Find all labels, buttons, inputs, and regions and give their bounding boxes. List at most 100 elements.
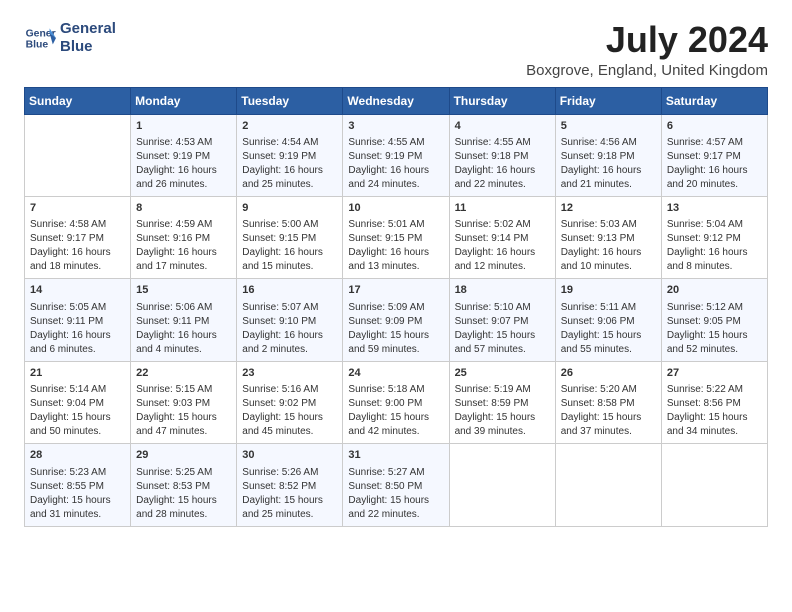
calendar-cell: 9 Sunrise: 5:00 AM Sunset: 9:15 PM Daylig…	[237, 196, 343, 278]
calendar-cell: 23 Sunrise: 5:16 AM Sunset: 9:02 PM Dayli…	[237, 361, 343, 443]
day-number: 28	[30, 448, 125, 463]
day-info: Sunrise: 5:14 AM Sunset: 9:04 PM Dayligh…	[30, 383, 125, 439]
day-info: Sunrise: 5:01 AM Sunset: 9:15 PM Dayligh…	[348, 218, 443, 274]
day-info: Sunrise: 5:20 AM Sunset: 8:58 PM Dayligh…	[561, 383, 656, 439]
calendar-cell: 8Sunrise: 4:59 AM Sunset: 9:16 PM Daylig…	[131, 196, 237, 278]
day-number: 9	[242, 201, 337, 216]
calendar-cell: 4Sunrise: 4:55 AM Sunset: 9:18 PM Daylig…	[449, 114, 555, 196]
day-info: Sunrise: 4:59 AM Sunset: 9:16 PM Dayligh…	[136, 218, 231, 274]
calendar-cell: 18 Sunrise: 5:10 AM Sunset: 9:07 PM Dayli…	[449, 279, 555, 361]
day-info: Sunrise: 5:04 AM Sunset: 9:12 PM Dayligh…	[667, 218, 762, 274]
day-number: 5	[561, 119, 656, 134]
day-info: Sunrise: 5:02 AM Sunset: 9:14 PM Dayligh…	[455, 218, 550, 274]
logo: General Blue General Blue	[24, 20, 116, 56]
day-info: Sunrise: 4:53 AM Sunset: 9:19 PM Dayligh…	[136, 136, 231, 192]
calendar-cell: 28 Sunrise: 5:23 AM Sunset: 8:55 PM Dayli…	[25, 444, 131, 526]
calendar-table: SundayMondayTuesdayWednesdayThursdayFrid…	[24, 87, 768, 527]
weekday-header-monday: Monday	[131, 87, 237, 114]
calendar-cell: 3 Sunrise: 4:55 AM Sunset: 9:19 PM Daylig…	[343, 114, 449, 196]
day-number: 21	[30, 366, 125, 381]
day-info: Sunrise: 5:16 AM Sunset: 9:02 PM Dayligh…	[242, 383, 337, 439]
day-number: 7	[30, 201, 125, 216]
calendar-week-row: 21 Sunrise: 5:14 AM Sunset: 9:04 PM Dayli…	[25, 361, 768, 443]
day-info: Sunrise: 5:09 AM Sunset: 9:09 PM Dayligh…	[348, 301, 443, 357]
weekday-header-row: SundayMondayTuesdayWednesdayThursdayFrid…	[25, 87, 768, 114]
calendar-cell: 1 Sunrise: 4:53 AM Sunset: 9:19 PM Daylig…	[131, 114, 237, 196]
month-title: July 2024	[526, 20, 768, 60]
calendar-cell: 16 Sunrise: 5:07 AM Sunset: 9:10 PM Dayli…	[237, 279, 343, 361]
calendar-cell	[25, 114, 131, 196]
day-number: 23	[242, 366, 337, 381]
day-number: 25	[455, 366, 550, 381]
day-number: 3	[348, 119, 443, 134]
day-info: Sunrise: 5:25 AM Sunset: 8:53 PM Dayligh…	[136, 466, 231, 522]
weekday-header-tuesday: Tuesday	[237, 87, 343, 114]
calendar-cell	[555, 444, 661, 526]
day-number: 15	[136, 283, 231, 298]
svg-text:Blue: Blue	[26, 40, 49, 51]
weekday-header-sunday: Sunday	[25, 87, 131, 114]
calendar-cell: 31Sunrise: 5:27 AM Sunset: 8:50 PM Dayli…	[343, 444, 449, 526]
day-number: 26	[561, 366, 656, 381]
calendar-cell: 10 Sunrise: 5:01 AM Sunset: 9:15 PM Dayli…	[343, 196, 449, 278]
calendar-cell: 30 Sunrise: 5:26 AM Sunset: 8:52 PM Dayli…	[237, 444, 343, 526]
calendar-cell: 26 Sunrise: 5:20 AM Sunset: 8:58 PM Dayli…	[555, 361, 661, 443]
day-info: Sunrise: 5:19 AM Sunset: 8:59 PM Dayligh…	[455, 383, 550, 439]
day-number: 16	[242, 283, 337, 298]
calendar-cell: 14Sunrise: 5:05 AM Sunset: 9:11 PM Dayli…	[25, 279, 131, 361]
day-info: Sunrise: 4:58 AM Sunset: 9:17 PM Dayligh…	[30, 218, 125, 274]
calendar-cell: 6Sunrise: 4:57 AM Sunset: 9:17 PM Daylig…	[661, 114, 767, 196]
day-number: 19	[561, 283, 656, 298]
calendar-cell: 12Sunrise: 5:03 AM Sunset: 9:13 PM Dayli…	[555, 196, 661, 278]
day-number: 24	[348, 366, 443, 381]
calendar-cell: 27 Sunrise: 5:22 AM Sunset: 8:56 PM Dayli…	[661, 361, 767, 443]
day-info: Sunrise: 5:05 AM Sunset: 9:11 PM Dayligh…	[30, 301, 125, 357]
day-number: 22	[136, 366, 231, 381]
header: General Blue General Blue July 2024 Boxg…	[24, 20, 768, 79]
day-info: Sunrise: 5:26 AM Sunset: 8:52 PM Dayligh…	[242, 466, 337, 522]
calendar-cell: 2Sunrise: 4:54 AM Sunset: 9:19 PM Daylig…	[237, 114, 343, 196]
day-info: Sunrise: 5:10 AM Sunset: 9:07 PM Dayligh…	[455, 301, 550, 357]
day-number: 4	[455, 119, 550, 134]
calendar-cell: 24 Sunrise: 5:18 AM Sunset: 9:00 PM Dayli…	[343, 361, 449, 443]
day-info: Sunrise: 5:00 AM Sunset: 9:15 PM Dayligh…	[242, 218, 337, 274]
calendar-cell: 17 Sunrise: 5:09 AM Sunset: 9:09 PM Dayli…	[343, 279, 449, 361]
day-info: Sunrise: 5:18 AM Sunset: 9:00 PM Dayligh…	[348, 383, 443, 439]
day-number: 10	[348, 201, 443, 216]
day-number: 17	[348, 283, 443, 298]
day-info: Sunrise: 5:27 AM Sunset: 8:50 PM Dayligh…	[348, 466, 443, 522]
calendar-week-row: 28 Sunrise: 5:23 AM Sunset: 8:55 PM Dayli…	[25, 444, 768, 526]
calendar-cell: 11Sunrise: 5:02 AM Sunset: 9:14 PM Dayli…	[449, 196, 555, 278]
weekday-header-wednesday: Wednesday	[343, 87, 449, 114]
day-info: Sunrise: 5:11 AM Sunset: 9:06 PM Dayligh…	[561, 301, 656, 357]
day-info: Sunrise: 5:06 AM Sunset: 9:11 PM Dayligh…	[136, 301, 231, 357]
day-number: 27	[667, 366, 762, 381]
calendar-cell: 7 Sunrise: 4:58 AM Sunset: 9:17 PM Daylig…	[25, 196, 131, 278]
weekday-header-thursday: Thursday	[449, 87, 555, 114]
location-title: Boxgrove, England, United Kingdom	[526, 62, 768, 79]
day-number: 30	[242, 448, 337, 463]
calendar-cell: 15 Sunrise: 5:06 AM Sunset: 9:11 PM Dayli…	[131, 279, 237, 361]
calendar-cell	[449, 444, 555, 526]
day-info: Sunrise: 5:22 AM Sunset: 8:56 PM Dayligh…	[667, 383, 762, 439]
weekday-header-saturday: Saturday	[661, 87, 767, 114]
day-info: Sunrise: 4:55 AM Sunset: 9:19 PM Dayligh…	[348, 136, 443, 192]
calendar-cell: 19 Sunrise: 5:11 AM Sunset: 9:06 PM Dayli…	[555, 279, 661, 361]
day-number: 29	[136, 448, 231, 463]
day-info: Sunrise: 5:23 AM Sunset: 8:55 PM Dayligh…	[30, 466, 125, 522]
logo-text-line2: Blue	[60, 38, 116, 56]
day-number: 12	[561, 201, 656, 216]
day-number: 1	[136, 119, 231, 134]
day-number: 13	[667, 201, 762, 216]
day-info: Sunrise: 5:07 AM Sunset: 9:10 PM Dayligh…	[242, 301, 337, 357]
weekday-header-friday: Friday	[555, 87, 661, 114]
calendar-cell: 5 Sunrise: 4:56 AM Sunset: 9:18 PM Daylig…	[555, 114, 661, 196]
calendar-cell: 25 Sunrise: 5:19 AM Sunset: 8:59 PM Dayli…	[449, 361, 555, 443]
calendar-week-row: 14Sunrise: 5:05 AM Sunset: 9:11 PM Dayli…	[25, 279, 768, 361]
day-number: 18	[455, 283, 550, 298]
calendar-cell: 13 Sunrise: 5:04 AM Sunset: 9:12 PM Dayli…	[661, 196, 767, 278]
day-info: Sunrise: 4:57 AM Sunset: 9:17 PM Dayligh…	[667, 136, 762, 192]
day-number: 20	[667, 283, 762, 298]
day-info: Sunrise: 4:56 AM Sunset: 9:18 PM Dayligh…	[561, 136, 656, 192]
day-number: 2	[242, 119, 337, 134]
